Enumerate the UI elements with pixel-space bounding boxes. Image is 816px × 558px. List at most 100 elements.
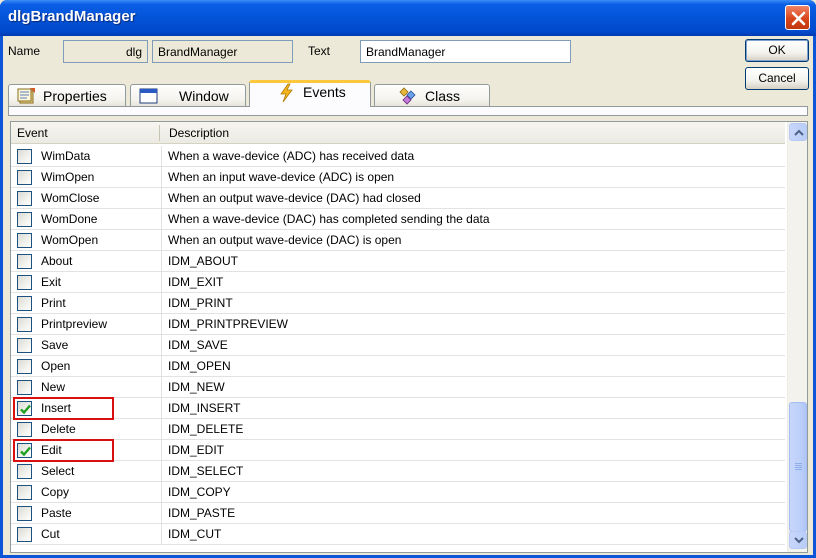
name-prefix-field: dlg [63,40,148,63]
column-header-description[interactable]: Description [163,122,229,144]
column-header-event[interactable]: Event [11,122,48,144]
title-bar[interactable]: dlgBrandManager [0,0,816,36]
event-checkbox[interactable] [17,359,32,374]
event-checkbox[interactable] [17,296,32,311]
events-grid: Event Description WimData When a wave-dev… [10,121,808,553]
tab-window[interactable]: Window [130,84,246,106]
event-name: Print [41,296,66,310]
event-name: Printpreview [41,317,108,331]
event-checkbox[interactable] [17,506,32,521]
event-checkbox[interactable] [17,233,32,248]
event-checkbox[interactable] [17,422,32,437]
event-name: WimData [41,149,91,163]
event-name: Paste [41,506,72,520]
event-checkbox[interactable] [17,317,32,332]
event-checkbox[interactable] [17,464,32,479]
event-description: When an input wave-device (ADC) is open [168,170,395,184]
event-description: IDM_ABOUT [168,254,239,268]
event-description: IDM_SAVE [168,338,228,352]
event-name: Open [41,359,71,373]
table-row[interactable]: WimOpen When an input wave-device (ADC) i… [11,167,785,188]
table-row[interactable]: Copy IDM_COPY [11,482,785,503]
event-description: IDM_SELECT [168,464,244,478]
table-row[interactable]: Save IDM_SAVE [11,335,785,356]
table-row[interactable]: Printpreview IDM_PRINTPREVIEW [11,314,785,335]
table-row[interactable]: About IDM_ABOUT [11,251,785,272]
event-name: Cut [41,527,60,541]
tab-properties[interactable]: Properties [8,84,126,106]
properties-icon [17,88,35,104]
event-checkbox[interactable] [17,380,32,395]
event-description: IDM_CUT [168,527,222,541]
vertical-scrollbar[interactable] [787,122,807,552]
selection-highlight [13,397,114,420]
event-checkbox[interactable] [17,527,32,542]
event-description: IDM_DELETE [168,422,244,436]
event-name: Delete [41,422,76,436]
event-name: WimOpen [41,170,95,184]
table-row[interactable]: WomDone When a wave-device (DAC) has comp… [11,209,785,230]
close-icon [791,11,806,26]
text-field[interactable]: BrandManager [360,40,571,63]
dialog-window: dlgBrandManager Name dlg BrandManager Te… [0,0,816,558]
event-description: When a wave-device (ADC) has received da… [168,149,415,163]
event-name: Select [41,464,75,478]
event-description: When an output wave-device (DAC) had clo… [168,191,421,205]
grid-rows: WimData When a wave-device (ADC) has rece… [11,146,785,545]
tab-strip: Properties Window Events Class [8,80,808,107]
table-row[interactable]: WimData When a wave-device (ADC) has rece… [11,146,785,167]
ok-button[interactable]: OK [745,39,809,62]
event-name: WomDone [41,212,98,226]
event-description: IDM_PRINT [168,296,233,310]
event-description: IDM_PASTE [168,506,236,520]
table-row[interactable]: Edit IDM_EDIT [11,439,785,462]
event-checkbox[interactable] [17,149,32,164]
window-icon [139,88,158,104]
tab-events-label: Events [303,84,346,100]
event-name: About [41,254,73,268]
table-row[interactable]: WomOpen When an output wave-device (DAC) … [11,230,785,251]
event-description: IDM_NEW [168,380,225,394]
tab-class[interactable]: Class [374,84,490,106]
table-row[interactable]: Exit IDM_EXIT [11,272,785,293]
event-checkbox[interactable] [17,170,32,185]
scroll-up-button[interactable] [789,123,807,141]
event-name: Copy [41,485,70,499]
event-description: IDM_EDIT [168,443,225,457]
tab-events[interactable]: Events [249,80,371,107]
scroll-thumb[interactable] [789,402,807,532]
event-checkbox[interactable] [17,254,32,269]
event-checkbox[interactable] [17,275,32,290]
event-description: IDM_INSERT [168,401,241,415]
event-checkbox[interactable] [17,191,32,206]
tab-properties-label: Properties [43,88,107,104]
event-description: IDM_PRINTPREVIEW [168,317,289,331]
window-title: dlgBrandManager [8,8,136,25]
chevron-down-icon [794,537,804,544]
table-row[interactable]: WomClose When an output wave-device (DAC)… [11,188,785,209]
table-row[interactable]: Delete IDM_DELETE [11,419,785,440]
close-button[interactable] [785,5,810,30]
dialog-body: Name dlg BrandManager Text BrandManager … [3,36,813,555]
name-label: Name [8,44,41,58]
table-row[interactable]: Select IDM_SELECT [11,461,785,482]
class-icon [399,87,416,105]
table-row[interactable]: Print IDM_PRINT [11,293,785,314]
table-row[interactable]: Open IDM_OPEN [11,356,785,377]
name-field[interactable]: BrandManager [152,40,293,63]
table-row[interactable]: Paste IDM_PASTE [11,503,785,524]
table-row[interactable]: Cut IDM_CUT [11,524,785,545]
event-description: When a wave-device (DAC) has completed s… [168,212,490,226]
event-description: IDM_COPY [168,485,231,499]
event-name: WomOpen [41,233,99,247]
event-name: New [41,380,66,394]
event-checkbox[interactable] [17,338,32,353]
event-checkbox[interactable] [17,212,32,227]
event-description: IDM_OPEN [168,359,231,373]
table-row[interactable]: New IDM_NEW [11,377,785,398]
event-checkbox[interactable] [17,485,32,500]
table-row[interactable]: Insert IDM_INSERT [11,397,785,420]
event-name: Save [41,338,69,352]
text-label: Text [308,44,331,58]
scroll-down-button[interactable] [789,531,807,549]
